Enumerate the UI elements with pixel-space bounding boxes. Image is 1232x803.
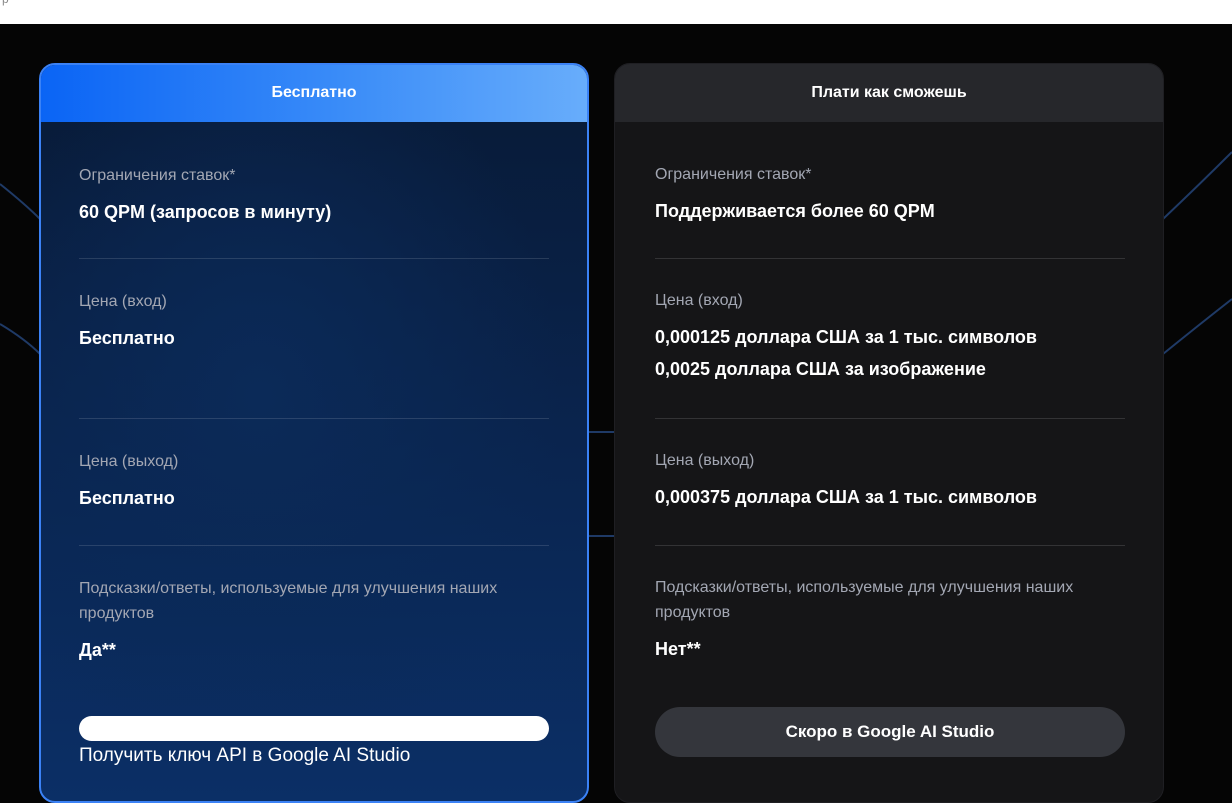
price-output-value: Бесплатно (79, 488, 175, 508)
rate-limits-value: 60 QPM (запросов в минуту) (79, 202, 332, 222)
price-output-label: Цена (выход) (79, 453, 179, 470)
get-api-key-button[interactable] (79, 716, 549, 741)
coming-soon-button[interactable]: Скоро в Google AI Studio (655, 707, 1125, 757)
data-usage-value: Да** (79, 640, 116, 660)
free-price-output-section: Цена (выход) Бесплатно (79, 449, 549, 514)
free-price-input-section: Цена (вход) Бесплатно (79, 289, 549, 354)
free-plan-card: Бесплатно Ограничения ставок* 60 QPM (за… (39, 63, 589, 803)
price-input-value-line-2: 0,0025 доллара США за изображение (655, 359, 986, 379)
paid-rate-limits-section: Ограничения ставок* Поддерживается более… (655, 162, 1125, 227)
price-input-label: Цена (вход) (79, 293, 167, 310)
price-input-value-line-1: 0,000125 доллара США за 1 тыс. символов (655, 327, 1037, 347)
rate-limits-value: Поддерживается более 60 QPM (655, 201, 935, 221)
get-api-key-link[interactable]: Получить ключ API в Google AI Studio (79, 743, 410, 769)
rate-limits-label: Ограничения ставок* (655, 166, 812, 183)
data-usage-label: Подсказки/ответы, используемые для улучш… (79, 580, 498, 622)
browser-top-strip: р (0, 0, 1232, 24)
price-input-value: Бесплатно (79, 328, 175, 348)
paid-price-output-section: Цена (выход) 0,000375 доллара США за 1 т… (655, 448, 1125, 513)
data-usage-label: Подсказки/ответы, используемые для улучш… (655, 579, 1074, 621)
price-input-label: Цена (вход) (655, 292, 743, 309)
paid-price-input-section: Цена (вход) 0,000125 доллара США за 1 ты… (655, 288, 1125, 385)
paid-plan-card: Плати как сможешь Ограничения ставок* По… (614, 63, 1164, 803)
divider (79, 545, 549, 546)
cut-off-text: р (2, 0, 9, 6)
free-data-usage-section: Подсказки/ответы, используемые для улучш… (79, 576, 549, 666)
paid-plan-header: Плати как сможешь (615, 64, 1163, 122)
rate-limits-label: Ограничения ставок* (79, 167, 236, 184)
divider (655, 418, 1125, 419)
divider (655, 258, 1125, 259)
paid-data-usage-section: Подсказки/ответы, используемые для улучш… (655, 575, 1125, 665)
free-plan-header: Бесплатно (41, 65, 587, 122)
free-rate-limits-section: Ограничения ставок* 60 QPM (запросов в м… (79, 163, 549, 228)
price-output-value: 0,000375 доллара США за 1 тыс. символов (655, 487, 1037, 507)
divider (655, 545, 1125, 546)
divider (79, 418, 549, 419)
divider (79, 258, 549, 259)
price-output-label: Цена (выход) (655, 452, 755, 469)
data-usage-value: Нет** (655, 639, 701, 659)
